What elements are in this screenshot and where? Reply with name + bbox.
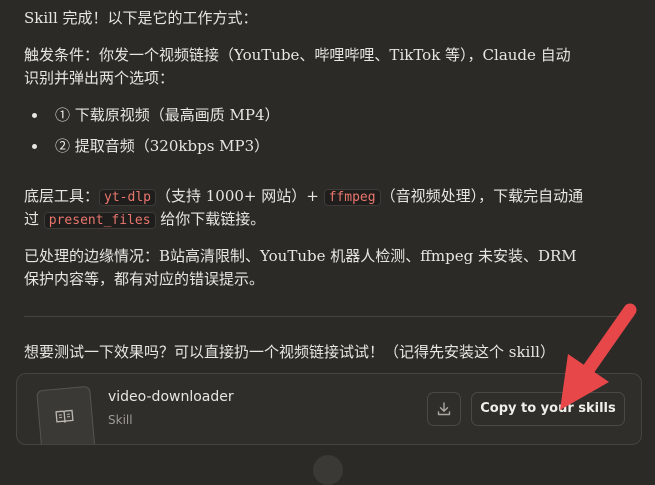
edge-line-a: 已处理的边缘情况：B站高清限制、YouTube 机器人检测、ffmpeg 未安装…: [24, 245, 577, 268]
code-present-files: present_files: [44, 212, 156, 229]
scroll-button[interactable]: [313, 455, 343, 485]
divider: [24, 316, 634, 317]
skill-thumbnail: [36, 386, 96, 445]
copy-to-skills-button[interactable]: Copy to your skills: [471, 392, 625, 426]
tools-line-a: 底层工具：yt-dlp（支持 1000+ 网站）+ ffmpeg（音视频处理），…: [24, 185, 583, 209]
tools-line-b: 过 present_files 给你下载链接。: [24, 208, 265, 232]
tools-mid2: （音视频处理），下载完自动通: [381, 187, 584, 205]
option-extract-audio: ② 提取音频（320kbps MP3）: [24, 135, 280, 166]
test-prompt: 想要测试一下效果吗？可以直接扔一个视频链接试试！（记得先安装这个 skill）: [24, 341, 555, 364]
tools-mid1: （支持 1000+ 网站）+: [156, 187, 324, 205]
download-button[interactable]: [427, 392, 461, 426]
code-yt-dlp: yt-dlp: [99, 189, 156, 206]
book-icon: [55, 408, 74, 424]
trigger-line-b: 识别并弹出两个选项：: [24, 67, 174, 90]
options-list: ① 下载原视频（最高画质 MP4） ② 提取音频（320kbps MP3）: [24, 104, 280, 166]
option-download-video: ① 下载原视频（最高画质 MP4）: [24, 104, 280, 135]
tools-line2-prefix: 过: [24, 210, 44, 228]
code-ffmpeg: ffmpeg: [324, 189, 381, 206]
trigger-line-a: 触发条件：你发一个视频链接（YouTube、哔哩哔哩、TikTok 等），Cla…: [24, 44, 571, 67]
download-icon: [436, 401, 452, 417]
tools-line2-suffix: 给你下载链接。: [156, 210, 266, 228]
skill-name: video-downloader: [108, 389, 234, 405]
tools-prefix: 底层工具：: [24, 187, 99, 205]
edge-line-b: 保护内容等，都有对应的错误提示。: [24, 268, 264, 291]
skill-type: Skill: [108, 413, 133, 427]
message-intro: Skill 完成！以下是它的工作方式：: [24, 7, 258, 30]
skill-card[interactable]: video-downloader Skill Copy to your skil…: [16, 373, 642, 445]
